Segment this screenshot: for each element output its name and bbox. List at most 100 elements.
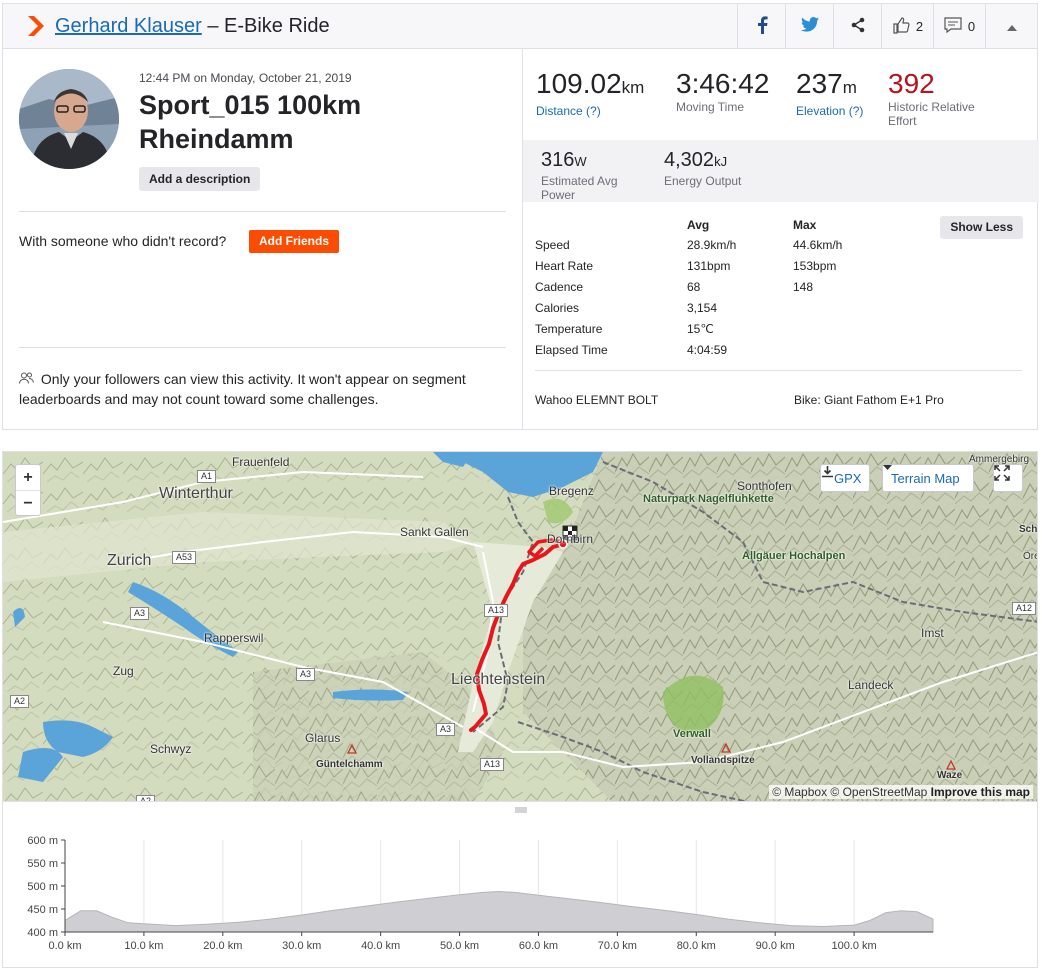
route-map[interactable]: Frauenfeld Winterthur Zurich Rapperswil … bbox=[2, 451, 1038, 802]
followers-icon bbox=[19, 369, 37, 389]
map-label-liechtenstein: Liechtenstein bbox=[451, 671, 546, 688]
with-someone-text: With someone who didn't record? bbox=[19, 233, 227, 249]
x-tick-label: 90.0 km bbox=[756, 940, 795, 952]
metric-label: Heart Rate bbox=[535, 259, 594, 273]
x-tick-label: 30.0 km bbox=[282, 940, 321, 952]
thumbs-up-icon bbox=[892, 16, 910, 37]
energy-label: Energy Output bbox=[664, 174, 742, 188]
twitter-icon bbox=[800, 17, 819, 35]
distance-label[interactable]: Distance (?) bbox=[536, 104, 644, 118]
distance-value: 109.02 bbox=[536, 68, 622, 99]
attribution-text: © Mapbox © OpenStreetMap bbox=[772, 785, 928, 799]
map-label-sonthofen: Sonthofen bbox=[737, 479, 792, 493]
divider bbox=[19, 211, 506, 212]
y-tick-label: 600 m bbox=[27, 835, 58, 847]
x-tick-label: 80.0 km bbox=[677, 940, 716, 952]
map-type-dropdown[interactable]: Terrain Map bbox=[882, 464, 974, 492]
y-tick-label: 550 m bbox=[27, 858, 58, 870]
activity-timestamp: 12:44 PM on Monday, October 21, 2019 bbox=[139, 71, 352, 85]
metric-avg: 68 bbox=[687, 280, 701, 294]
add-description-button[interactable]: Add a description bbox=[139, 167, 261, 191]
fullscreen-button[interactable] bbox=[993, 464, 1023, 492]
power-value: 316 bbox=[541, 149, 575, 171]
improve-map-link[interactable]: Improve this map bbox=[931, 785, 1030, 799]
show-less-button[interactable]: Show Less bbox=[940, 216, 1023, 239]
map-label-zug: Zug bbox=[113, 664, 134, 678]
share-icon bbox=[850, 17, 866, 36]
comment-button[interactable]: 0 bbox=[933, 4, 985, 48]
energy-value: 4,302 bbox=[664, 149, 715, 171]
divider bbox=[535, 370, 1022, 371]
metric-avg: 15℃ bbox=[687, 322, 714, 336]
privacy-text: Only your followers can view this activi… bbox=[19, 371, 466, 407]
zoom-in-button[interactable]: + bbox=[16, 465, 40, 490]
road-shield: A53 bbox=[172, 551, 197, 564]
divider bbox=[19, 347, 506, 348]
bike-name: Bike: Giant Fathom E+1 Pro bbox=[794, 393, 944, 407]
stat-relative-effort: 392 Historic Relative Effort bbox=[888, 68, 998, 128]
elevation-label[interactable]: Elevation (?) bbox=[796, 104, 863, 118]
activity-name: Sport_015 100km Rheindamm bbox=[139, 90, 362, 154]
kudos-button[interactable]: 2 bbox=[881, 4, 933, 48]
stat-distance: 109.02km Distance (?) bbox=[536, 68, 644, 118]
twitter-share-button[interactable] bbox=[785, 4, 833, 48]
map-label-nagelfluhkette: Naturpark Nagelfluhkette bbox=[643, 493, 774, 505]
map-label-verwall: Verwall bbox=[673, 728, 711, 740]
gpx-label: GPX bbox=[834, 470, 862, 486]
metric-row: Heart Rate 131bpm 153bpm bbox=[535, 259, 855, 279]
comments-count: 0 bbox=[967, 18, 976, 34]
avatar[interactable] bbox=[19, 69, 119, 169]
stat-elevation: 237m Elevation (?) bbox=[796, 68, 863, 118]
zoom-out-button[interactable]: − bbox=[16, 490, 40, 515]
x-tick-label: 50.0 km bbox=[440, 940, 479, 952]
map-label-winterthur: Winterthur bbox=[159, 485, 233, 502]
elevation-unit: m bbox=[842, 78, 857, 97]
map-attribution: © Mapbox © OpenStreetMap Improve this ma… bbox=[769, 785, 1033, 799]
map-label-guntelchamm: Güntelchamm bbox=[316, 759, 383, 770]
map-label-waze: Waze bbox=[937, 770, 963, 781]
metric-label: Calories bbox=[535, 301, 580, 315]
x-tick-label: 40.0 km bbox=[361, 940, 400, 952]
power-unit: W bbox=[574, 154, 587, 169]
athlete-name-link[interactable]: Gerhard Klauser bbox=[55, 15, 202, 37]
x-tick-label: 70.0 km bbox=[598, 940, 637, 952]
elevation-chart: 600 m 550 m 500 m 450 m 400 m0.0 km 10.0 km 20… bbox=[27, 835, 934, 952]
comment-icon bbox=[944, 16, 962, 36]
map-label-rapperswil: Rapperswil bbox=[204, 631, 264, 645]
map-label-glarus: Glarus bbox=[305, 731, 341, 745]
add-friends-button[interactable]: Add Friends bbox=[249, 230, 340, 253]
road-shield: A13 bbox=[484, 604, 509, 617]
elevation-value: 237 bbox=[796, 68, 843, 99]
stat-moving-time: 3:46:42 Moving Time bbox=[676, 68, 769, 114]
map-label-dornbirn: Dornbirn bbox=[547, 532, 594, 546]
activity-header: Gerhard Klauser – E-Bike Ride 2 0 bbox=[2, 3, 1038, 49]
moving-time-label: Moving Time bbox=[676, 100, 745, 114]
x-tick-label: 20.0 km bbox=[203, 940, 242, 952]
map-label-vollandspitze: Vollandspitze bbox=[691, 755, 755, 766]
metric-row: Elapsed Time 4:04:59 bbox=[535, 343, 855, 363]
col-avg-header: Avg bbox=[687, 218, 710, 232]
elevation-profile[interactable]: 600 m 550 m 500 m 450 m 400 m 0.0 km 10.0 km 20… bbox=[2, 812, 1038, 968]
x-tick-label: 60.0 km bbox=[519, 940, 558, 952]
share-button[interactable] bbox=[833, 4, 881, 48]
y-tick-label: 400 m bbox=[27, 927, 58, 939]
stat-energy: 4,302kJ Energy Output bbox=[664, 148, 741, 188]
stat-power: 316W Estimated Avg Power bbox=[541, 148, 641, 202]
map-label-frauenfeld: Frauenfeld bbox=[232, 455, 290, 469]
metric-row: Speed 28.9km/h 44.6km/h bbox=[535, 238, 855, 258]
road-shield: A13 bbox=[480, 758, 505, 771]
collapse-caret-icon bbox=[1006, 19, 1017, 34]
collapse-header-button[interactable] bbox=[985, 4, 1037, 48]
x-tick-label: 0.0 km bbox=[48, 940, 81, 952]
gpx-download-button[interactable]: GPX bbox=[820, 464, 871, 492]
moving-time-value: 3:46:42 bbox=[676, 68, 770, 99]
road-shield: A2 bbox=[136, 795, 156, 801]
x-tick-label: 10.0 km bbox=[124, 940, 163, 952]
facebook-share-button[interactable] bbox=[737, 4, 785, 48]
map-label-landeck: Landeck bbox=[848, 678, 894, 692]
resize-handle[interactable] bbox=[2, 802, 1038, 813]
metric-row: Calories 3,154 bbox=[535, 301, 855, 321]
energy-unit: kJ bbox=[714, 154, 728, 169]
activity-type: – E-Bike Ride bbox=[207, 14, 330, 37]
road-shield: A3 bbox=[130, 607, 150, 620]
